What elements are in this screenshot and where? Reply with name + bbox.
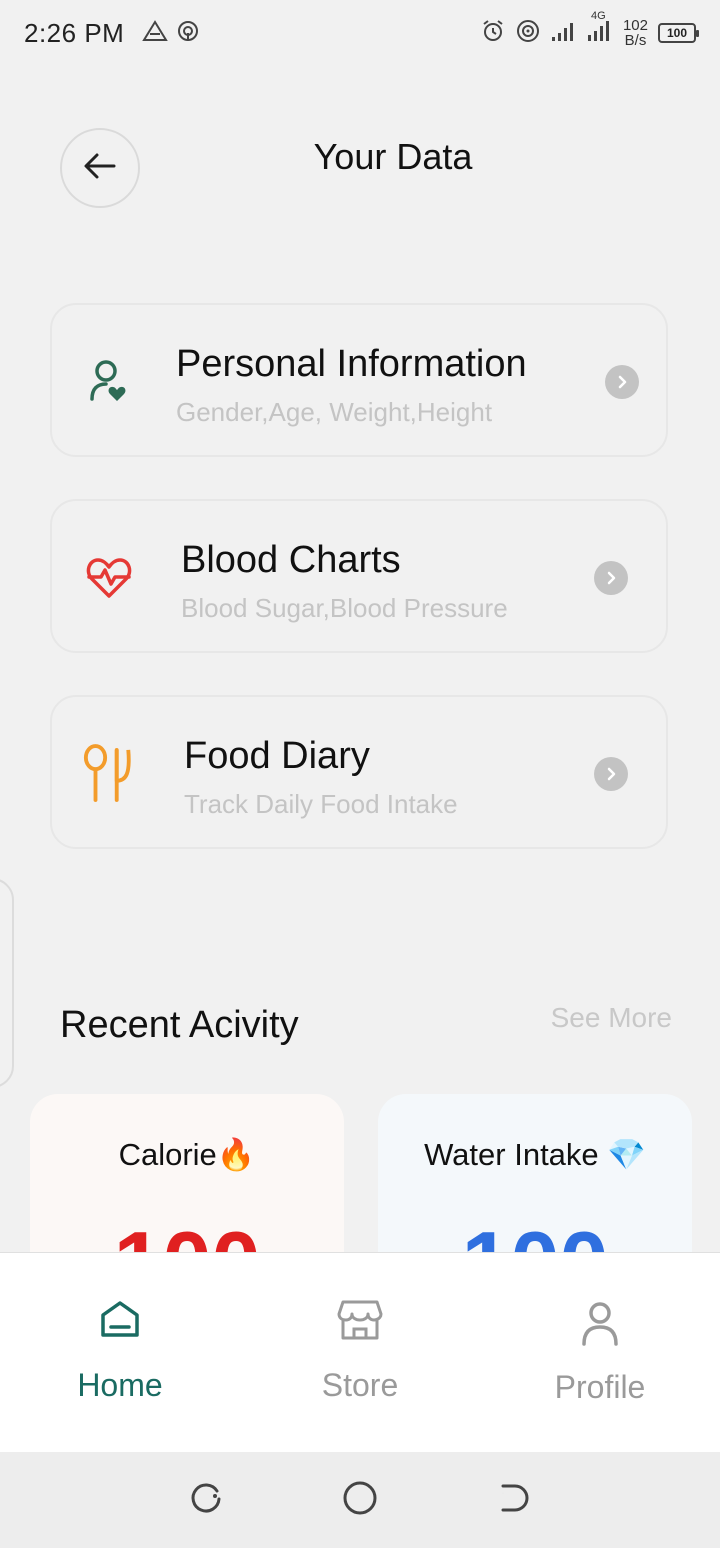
diamond-icon: 💎: [607, 1137, 646, 1172]
hotspot-icon: [176, 19, 200, 48]
card-title: Blood Charts: [181, 539, 401, 581]
card-title: Personal Information: [176, 343, 527, 385]
store-icon: [240, 1299, 480, 1341]
chevron-right-icon: [605, 365, 639, 399]
nav-label: Profile: [554, 1369, 646, 1405]
chevron-right-icon: [594, 757, 628, 791]
network-speed: 102 B/s: [622, 17, 648, 49]
signal-4g-icon: 4G: [587, 10, 613, 47]
profile-icon: [480, 1301, 720, 1347]
blood-charts-card[interactable]: Blood Charts Blood Sugar,Blood Pressure: [50, 499, 668, 653]
heartbeat-icon: [82, 551, 136, 605]
system-navigation-bar: [0, 1452, 720, 1548]
chevron-right-icon: [594, 561, 628, 595]
alarm-icon: [481, 19, 505, 48]
nav-store[interactable]: Store: [240, 1253, 480, 1453]
nav-profile[interactable]: Profile: [480, 1253, 720, 1453]
see-more-link[interactable]: See More: [551, 1002, 672, 1034]
user-heart-icon: [82, 355, 136, 409]
nav-label: Store: [321, 1367, 399, 1403]
card-subtitle: Blood Sugar,Blood Pressure: [181, 593, 508, 623]
edge-panel-handle[interactable]: [0, 878, 14, 1088]
card-subtitle: Track Daily Food Intake: [184, 789, 458, 819]
drive-icon: [142, 19, 169, 47]
personal-information-card[interactable]: Personal Information Gender,Age, Weight,…: [50, 303, 668, 457]
fire-icon: 🔥: [216, 1137, 256, 1172]
recents-icon[interactable]: [189, 1481, 223, 1520]
wifi-hotspot-icon: [515, 19, 541, 48]
bottom-navigation: Home Store Profile: [0, 1252, 720, 1452]
status-time: 2:26 PM: [24, 17, 125, 48]
home-circle-icon[interactable]: [342, 1480, 378, 1521]
nav-home[interactable]: Home: [0, 1253, 240, 1453]
signal-icon: [551, 20, 577, 47]
food-diary-card[interactable]: Food Diary Track Daily Food Intake: [50, 695, 668, 849]
card-subtitle: Gender,Age, Weight,Height: [176, 397, 493, 427]
back-icon[interactable]: [497, 1481, 531, 1520]
calorie-label-row: Calorie🔥: [118, 1137, 256, 1172]
status-bar: 2:26 PM 4G 102 B/s 100: [0, 0, 720, 66]
card-title: Food Diary: [184, 735, 370, 777]
network-type-label: 4G: [590, 9, 606, 22]
water-label-row: Water Intake 💎: [424, 1137, 646, 1172]
nav-label: Home: [77, 1367, 163, 1403]
recent-activity-title: Recent Acivity: [60, 1004, 299, 1046]
battery-icon: 100: [658, 23, 699, 43]
home-icon: [0, 1299, 240, 1339]
spoon-knife-icon: [82, 744, 136, 802]
page-title: Your Data: [313, 136, 473, 177]
